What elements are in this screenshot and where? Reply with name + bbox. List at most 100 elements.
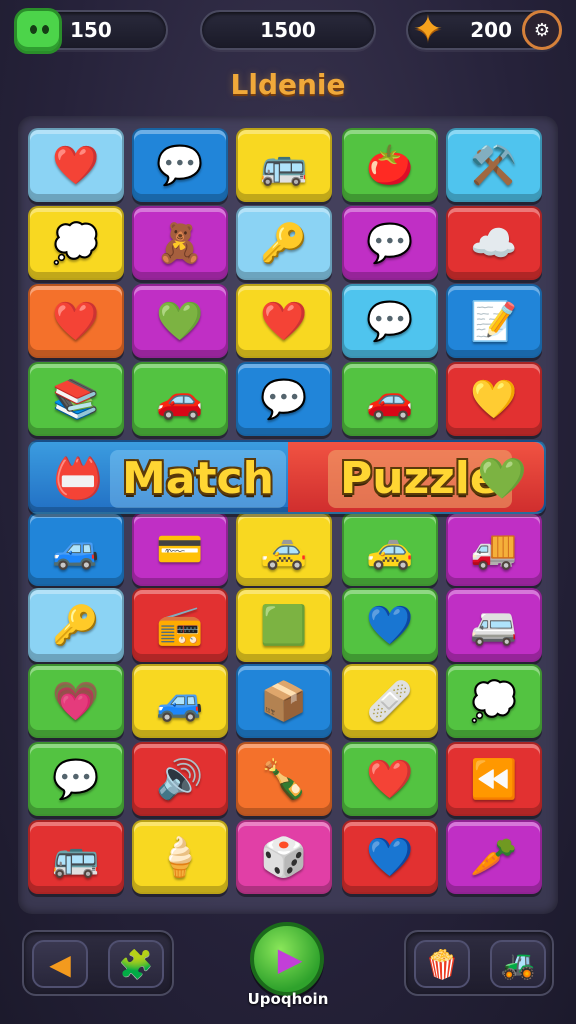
car-icon: 🚕 (366, 526, 414, 571)
coins-value: 150 (70, 18, 112, 42)
tile[interactable]: 🚐 (446, 588, 542, 662)
note-icon: 📝 (470, 298, 518, 343)
tile[interactable]: 🍦 (132, 820, 228, 894)
tile[interactable]: 💳 (132, 512, 228, 586)
star-icon: ✦ (412, 9, 444, 50)
arrow-icon: ◀ (49, 947, 71, 981)
tile[interactable]: 🚕 (236, 512, 332, 586)
tile[interactable]: 🚗 (342, 362, 438, 436)
speaker-icon: 🔊 (156, 756, 204, 801)
truck-button[interactable]: 🚜 (490, 940, 546, 988)
tile[interactable]: ⏪ (446, 742, 542, 816)
tile[interactable]: 📝 (446, 284, 542, 358)
heart-icon: 💙 (366, 602, 414, 647)
van-icon: 🚐 (470, 602, 518, 647)
tile[interactable]: 🟩 (236, 588, 332, 662)
tile[interactable]: 🎲 (236, 820, 332, 894)
tile[interactable]: 🍾 (236, 742, 332, 816)
tile[interactable]: ❤️ (342, 742, 438, 816)
tile[interactable]: 💚 (132, 284, 228, 358)
tile[interactable]: 🚙 (28, 512, 124, 586)
heart-icon: ❤️ (52, 298, 100, 343)
truck-icon: 🚜 (500, 947, 536, 981)
tile[interactable]: 💙 (342, 820, 438, 894)
tile[interactable]: ❤️ (236, 284, 332, 358)
tile[interactable]: 💗 (28, 664, 124, 738)
block-icon: 🟩 (260, 602, 308, 647)
play-button[interactable]: ▶ (250, 922, 324, 996)
tile[interactable]: 🔑 (236, 206, 332, 280)
heart-icon: 💗 (52, 678, 100, 723)
dice-icon: 🎲 (260, 834, 308, 879)
car-icon: 🚗 (156, 376, 204, 421)
heart-icon: 💛 (470, 376, 518, 421)
tile[interactable]: 🚗 (132, 362, 228, 436)
tile[interactable]: 🔊 (132, 742, 228, 816)
tile[interactable]: 💭 (28, 206, 124, 280)
bottom-right-panel: 🍿 🚜 (404, 930, 554, 996)
card-icon: 💳 (156, 526, 204, 571)
arrow-button[interactable]: ◀ (32, 940, 88, 988)
tile[interactable]: 💬 (236, 362, 332, 436)
tile[interactable]: 💙 (342, 588, 438, 662)
heart-icon: ❤️ (366, 756, 414, 801)
stars-value: 200 (470, 18, 512, 42)
settings-gear-icon[interactable]: ⚙ (522, 10, 562, 50)
carrot-icon: 🥕 (470, 834, 518, 879)
stars-counter: ✦ 200 ⚙ (406, 10, 562, 50)
play-icon: ▶ (277, 940, 303, 978)
chat-bubble-icon: 💬 (52, 756, 100, 801)
key-icon: 🔑 (52, 602, 100, 647)
tile[interactable]: ❤️ (28, 128, 124, 202)
tile[interactable]: 💭 (446, 664, 542, 738)
tile[interactable]: 📦 (236, 664, 332, 738)
tile[interactable]: 🚌 (28, 820, 124, 894)
ice-cream-icon: 🍦 (156, 834, 204, 879)
heart-icon[interactable]: 💚 (474, 452, 530, 506)
gem-icon (14, 8, 62, 54)
cloud-icon: ☁️ (470, 220, 518, 265)
key-icon: 🔑 (260, 220, 308, 265)
tile[interactable]: 🚙 (132, 664, 228, 738)
car-icon: 🚙 (156, 678, 204, 723)
tile[interactable]: 💬 (342, 206, 438, 280)
tile[interactable]: 💬 (28, 742, 124, 816)
tile[interactable]: 💛 (446, 362, 542, 436)
car-icon: 🚙 (52, 526, 100, 571)
game-board: ❤️ 💬 🚌 🍅 ⚒️ 💭 🧸 🔑 💬 ☁️ ❤️ 💚 ❤️ 💬 📝 📚 🚗 💬 🚗 💛 🚙 💳 🚕 🚕 🚚 🔑 📻 🟩 💙 🚐 💗 🚙 📦 🩹 💭… (18, 116, 558, 914)
tile[interactable]: 🚕 (342, 512, 438, 586)
tile[interactable]: ⚒️ (446, 128, 542, 202)
tile[interactable]: ☁️ (446, 206, 542, 280)
puzzle-piece-button[interactable]: 🧩 (108, 940, 164, 988)
tile[interactable]: 🚚 (446, 512, 542, 586)
tile[interactable]: 🔑 (28, 588, 124, 662)
arrows-icon: ⏪ (470, 756, 518, 801)
popcorn-button[interactable]: 🍿 (414, 940, 470, 988)
truck-icon: 🚚 (470, 526, 518, 571)
tile[interactable]: 💬 (132, 128, 228, 202)
tile[interactable]: 🍅 (342, 128, 438, 202)
tile[interactable]: 🧸 (132, 206, 228, 280)
card-icon[interactable]: 📛 (50, 454, 106, 504)
chat-bubble-icon: 💬 (366, 298, 414, 343)
speech-bubble-icon: 💭 (470, 678, 518, 723)
tile[interactable]: 🥕 (446, 820, 542, 894)
tile[interactable]: ❤️ (28, 284, 124, 358)
speech-bubble-icon: 💭 (52, 220, 100, 265)
bottom-left-panel: ◀ 🧩 (22, 930, 174, 996)
bus-icon: 🚌 (52, 834, 100, 879)
heart-icon: 💙 (366, 834, 414, 879)
tile[interactable]: 📻 (132, 588, 228, 662)
car-icon: 🚕 (260, 526, 308, 571)
tile[interactable]: 💬 (342, 284, 438, 358)
books-icon: 📚 (52, 376, 100, 421)
tile[interactable]: 📚 (28, 362, 124, 436)
score-counter: 1500 (200, 10, 376, 50)
tile[interactable]: 🚌 (236, 128, 332, 202)
banner-word-match: Match (110, 450, 286, 508)
eraser-icon: 🩹 (366, 678, 414, 723)
tile[interactable]: 🩹 (342, 664, 438, 738)
score-value: 1500 (260, 18, 316, 42)
tomato-icon: 🍅 (366, 142, 414, 187)
bottle-icon: 🍾 (260, 756, 308, 801)
